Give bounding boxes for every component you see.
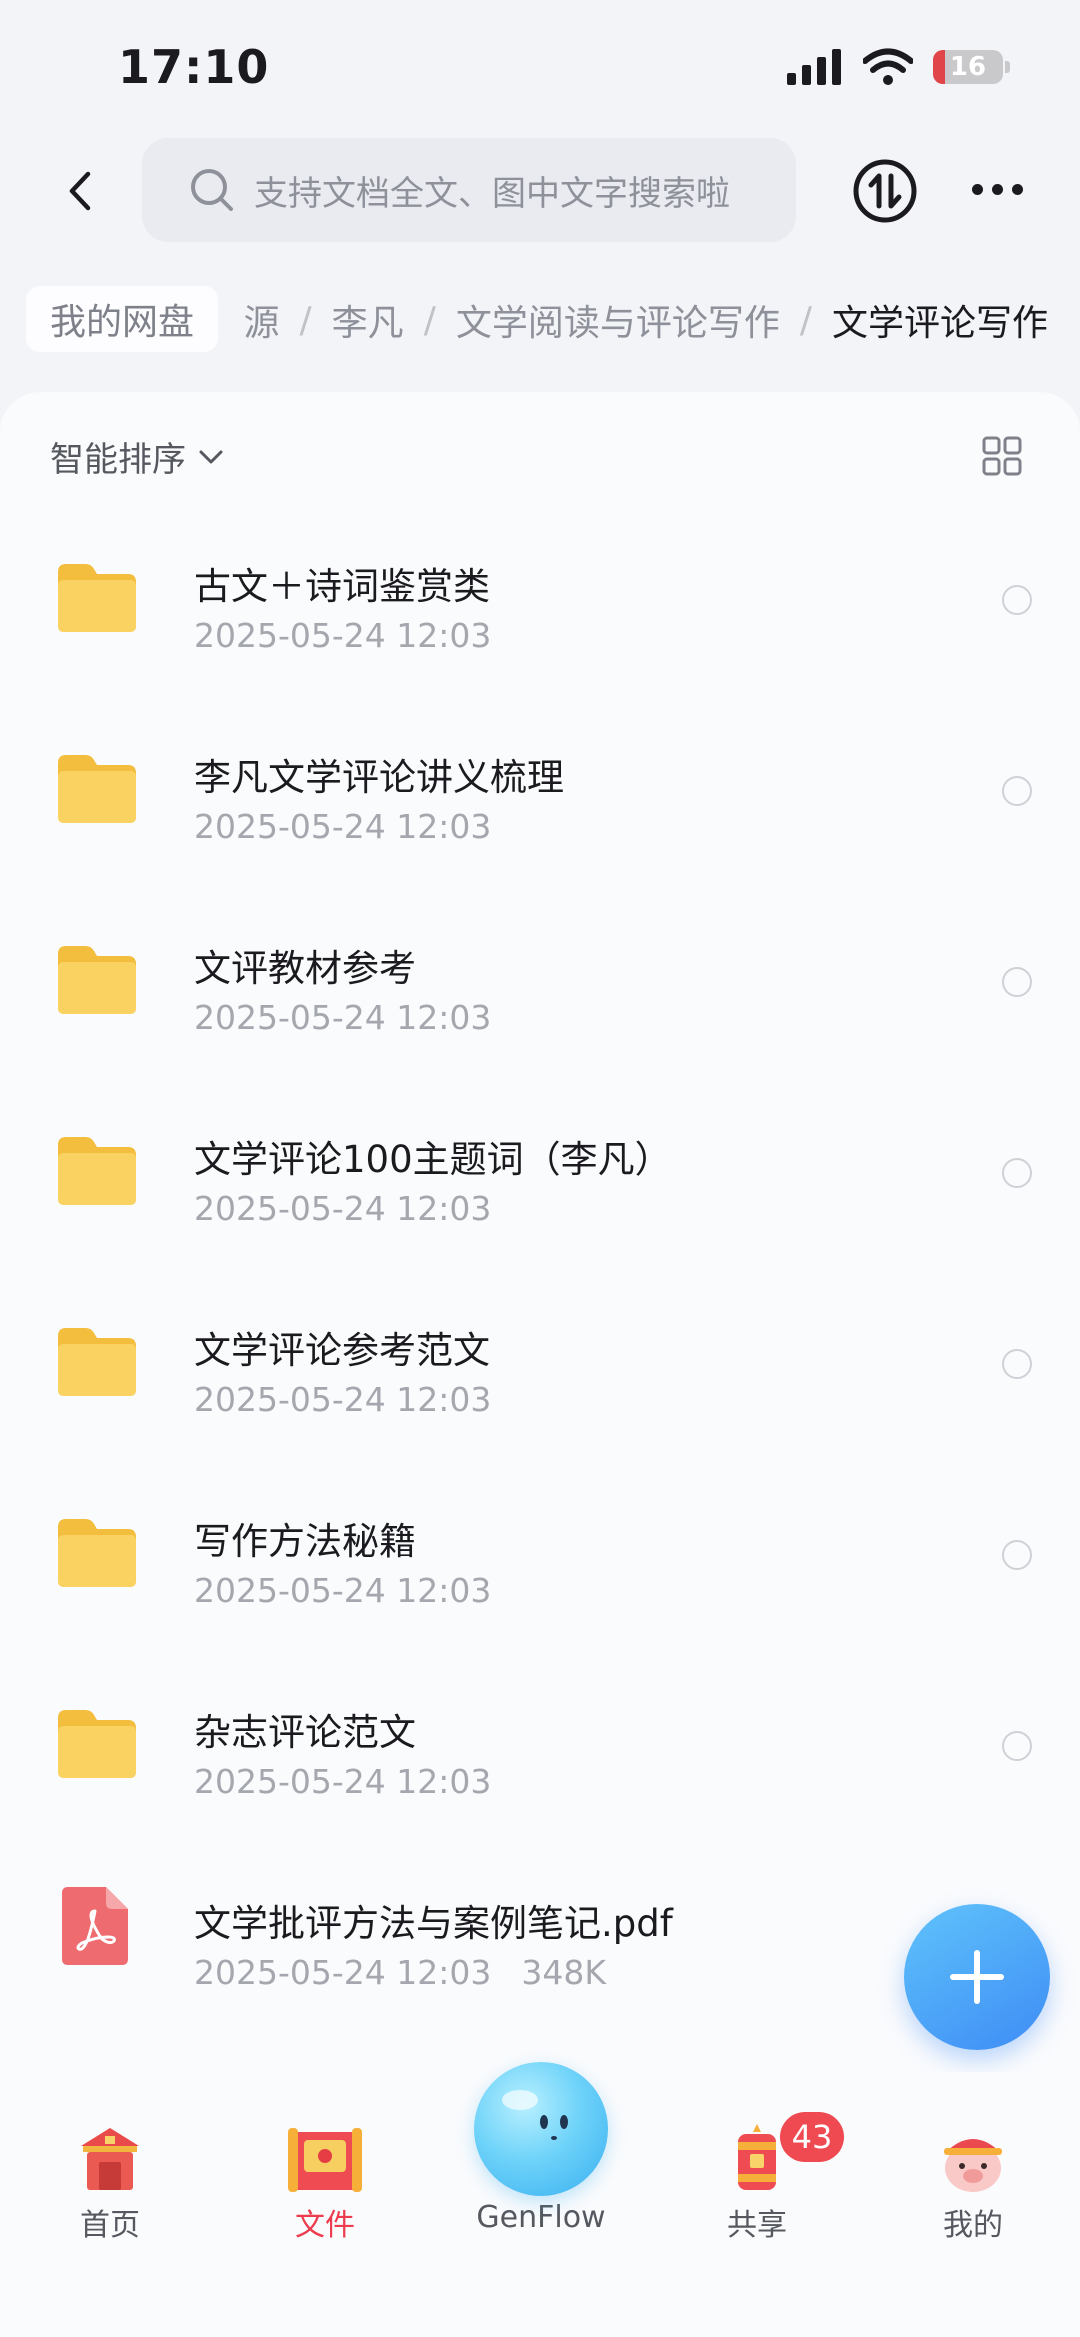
file-row[interactable]: 古文＋诗词鉴赏类 2025-05-24 12:03 xyxy=(0,516,1080,706)
select-checkbox[interactable] xyxy=(1002,776,1032,806)
file-date: 2025-05-24 12:03 xyxy=(194,807,492,846)
folder-icon xyxy=(58,1519,136,1587)
file-date: 2025-05-24 12:03 xyxy=(194,616,492,655)
file-meta: 2025-05-24 12:03 xyxy=(194,807,491,846)
file-meta: 2025-05-24 12:03 xyxy=(194,1189,491,1228)
tab-label: 我的 xyxy=(943,2208,1003,2243)
select-checkbox[interactable] xyxy=(1002,967,1032,997)
file-row[interactable]: 写作方法秘籍 2025-05-24 12:03 xyxy=(0,1471,1080,1661)
breadcrumb-item[interactable]: 文学阅读与评论写作 xyxy=(456,294,780,346)
search-placeholder: 支持文档全文、图中文字搜索啦 xyxy=(254,173,730,214)
battery-level: 16 xyxy=(949,52,987,82)
select-checkbox[interactable] xyxy=(1002,1158,1032,1188)
signal-icon xyxy=(787,49,841,85)
sort-label: 智能排序 xyxy=(50,440,186,480)
profile-avatar-icon xyxy=(944,2139,1002,2192)
breadcrumb-current: 文学评论写作 xyxy=(831,303,1048,344)
folder-icon xyxy=(58,1137,136,1205)
file-row[interactable]: 文学评论100主题词（李凡） 2025-05-24 12:03 xyxy=(0,1089,1080,1279)
file-row[interactable]: 文评教材参考 2025-05-24 12:03 xyxy=(0,898,1080,1088)
file-meta: 2025-05-24 12:03 xyxy=(194,1571,491,1610)
folder-icon xyxy=(58,946,136,1014)
search-input[interactable]: 支持文档全文、图中文字搜索啦 xyxy=(142,138,796,242)
file-name: 文学评论100主题词（李凡） xyxy=(194,1138,672,1181)
file-row[interactable]: 杂志评论范文 2025-05-24 12:03 xyxy=(0,1662,1080,1852)
grid-view-icon[interactable] xyxy=(982,436,1022,476)
tab-label: 首页 xyxy=(80,2208,140,2243)
file-date: 2025-05-24 12:03 xyxy=(194,1380,492,1419)
tab-label: GenFlow xyxy=(476,2200,606,2235)
tab-me[interactable]: 我的 xyxy=(888,2072,1058,2272)
battery-indicator: 16 xyxy=(933,50,1010,84)
file-date: 2025-05-24 12:03 xyxy=(194,998,492,1037)
breadcrumb-item-partial[interactable]: 源 xyxy=(244,294,280,346)
select-checkbox[interactable] xyxy=(1002,585,1032,615)
file-meta: 2025-05-24 12:03 xyxy=(194,1762,491,1801)
folder-icon xyxy=(58,755,136,823)
file-name: 文学批评方法与案例笔记.pdf xyxy=(194,1902,673,1945)
genflow-orb[interactable] xyxy=(474,2062,608,2196)
breadcrumb: 源 / 李凡 / 文学阅读与评论写作 / 文学评论写作 我的网盘 xyxy=(0,280,1080,360)
breadcrumb-home[interactable]: 我的网盘 xyxy=(26,286,219,352)
breadcrumb-item[interactable]: 李凡 xyxy=(332,294,404,346)
search-icon xyxy=(191,169,233,211)
top-bar: 支持文档全文、图中文字搜索啦 xyxy=(0,138,1080,244)
status-time: 17:10 xyxy=(118,40,270,94)
home-icon xyxy=(81,2128,139,2190)
file-name: 古文＋诗词鉴赏类 xyxy=(194,565,490,608)
transfer-icon[interactable] xyxy=(852,158,918,224)
tab-label: 文件 xyxy=(295,2208,355,2243)
file-meta: 2025-05-24 12:03 348K xyxy=(194,1953,606,1992)
add-button[interactable] xyxy=(904,1904,1050,2050)
file-meta: 2025-05-24 12:03 xyxy=(194,1380,491,1419)
select-checkbox[interactable] xyxy=(1002,1349,1032,1379)
status-icons: 16 xyxy=(787,48,1010,86)
wifi-icon xyxy=(863,48,913,85)
files-icon xyxy=(288,2128,362,2192)
file-name: 文评教材参考 xyxy=(194,947,416,990)
status-bar: 17:10 16 xyxy=(0,0,1080,140)
file-meta: 2025-05-24 12:03 xyxy=(194,998,491,1037)
file-row[interactable]: 文学评论参考范文 2025-05-24 12:03 xyxy=(0,1280,1080,1470)
file-name: 写作方法秘籍 xyxy=(194,1520,416,1563)
plus-icon xyxy=(950,1950,1004,2004)
back-icon[interactable] xyxy=(56,166,106,216)
pdf-file-icon xyxy=(62,1887,128,1965)
file-name: 杂志评论范文 xyxy=(194,1711,416,1754)
file-size: 348K xyxy=(521,1953,607,1992)
sort-dropdown[interactable]: 智能排序 xyxy=(50,432,224,481)
share-badge: 43 xyxy=(780,2112,844,2162)
tab-home[interactable]: 首页 xyxy=(25,2072,195,2272)
file-date: 2025-05-24 12:03 xyxy=(194,1189,492,1228)
file-name: 文学评论参考范文 xyxy=(194,1329,490,1372)
select-checkbox[interactable] xyxy=(1002,1540,1032,1570)
file-date: 2025-05-24 12:03 xyxy=(194,1571,492,1610)
file-date: 2025-05-24 12:03 xyxy=(194,1953,492,1992)
file-date: 2025-05-24 12:03 xyxy=(194,1762,492,1801)
file-list-panel: 智能排序 古文＋诗词鉴赏类 2025-05-24 12:03 李凡文学评论讲义梳… xyxy=(0,392,1080,2072)
folder-icon xyxy=(58,1710,136,1778)
breadcrumb-separator: / xyxy=(423,299,436,341)
file-meta: 2025-05-24 12:03 xyxy=(194,616,491,655)
file-name: 李凡文学评论讲义梳理 xyxy=(194,756,564,799)
file-row[interactable]: 李凡文学评论讲义梳理 2025-05-24 12:03 xyxy=(0,707,1080,897)
select-checkbox[interactable] xyxy=(1002,1731,1032,1761)
folder-icon xyxy=(58,564,136,632)
breadcrumb-separator: / xyxy=(299,299,312,341)
tab-share[interactable]: 共享 xyxy=(672,2072,842,2272)
genflow-face-icon xyxy=(502,2090,568,2140)
tab-label: 共享 xyxy=(727,2208,787,2243)
breadcrumb-separator: / xyxy=(799,299,812,341)
chevron-down-icon xyxy=(199,450,223,463)
tab-files[interactable]: 文件 xyxy=(240,2072,410,2272)
more-icon[interactable] xyxy=(972,184,1023,195)
folder-icon xyxy=(58,1328,136,1396)
share-icon xyxy=(738,2124,776,2190)
